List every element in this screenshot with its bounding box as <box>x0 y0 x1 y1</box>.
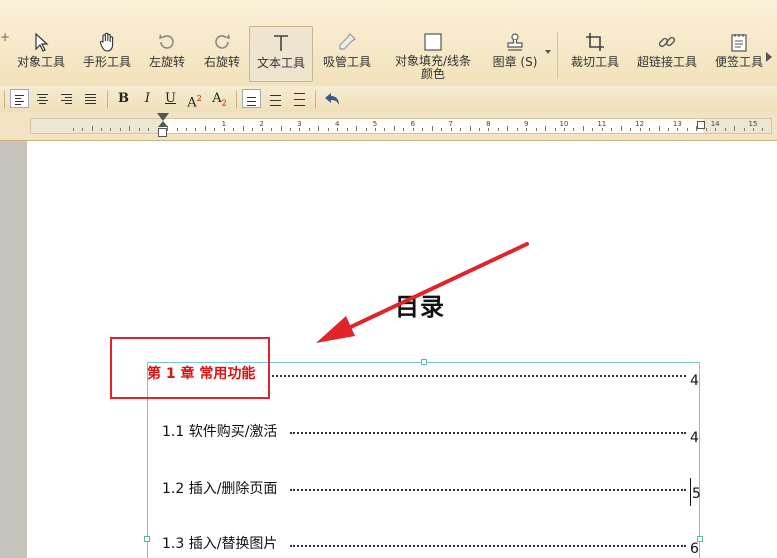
annotation-arrow-icon <box>316 242 529 343</box>
